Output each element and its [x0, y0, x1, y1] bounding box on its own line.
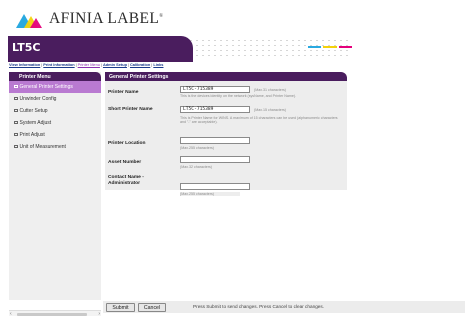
action-bar: Submit Cancel Press Submit to send chang… — [103, 301, 465, 313]
asset-number-limit: (Max.32 characters) — [180, 165, 212, 169]
sidebar-item-label: System Adjust — [19, 120, 52, 126]
top-navigation: View Information|Print Information|Print… — [9, 62, 164, 67]
menu-bullet-icon — [14, 144, 18, 149]
panel-title: General Printer Settings — [105, 72, 347, 81]
nav-link-view-information[interactable]: View Information — [9, 62, 40, 67]
nav-link-printer-menu[interactable]: Printer Menu — [78, 62, 100, 67]
menu-bullet-icon — [14, 108, 18, 113]
sidebar-item-label: Unit of Measurement — [19, 144, 66, 150]
nav-link-print-information[interactable]: Print Information — [43, 62, 74, 67]
nav-link-calibration[interactable]: Calibration — [130, 62, 150, 67]
short-printer-name-limit: (Max.15 characters) — [254, 107, 286, 112]
sidebar-item-label: Print Adjust — [19, 132, 45, 138]
header-banner: LT5C — [8, 36, 352, 62]
menu-bullet-icon — [14, 84, 18, 89]
sidebar-item-label: Cutter Setup — [19, 108, 48, 114]
printer-location-limit: (Max.255 characters) — [180, 146, 214, 150]
afinia-triangles-logo-icon — [14, 8, 44, 30]
brand-logo: AFINIA LABEL® — [14, 6, 163, 32]
asset-number-label: Asset Number — [108, 160, 142, 165]
sidebar-item-cutter-setup[interactable]: Cutter Setup — [9, 105, 101, 117]
logo-text: AFINIA LABEL® — [49, 10, 164, 27]
printer-location-input[interactable] — [180, 137, 250, 144]
nav-link-admin-setup[interactable]: Admin Setup — [103, 62, 127, 67]
printer-name-hint: This is the devices identity on the netw… — [180, 94, 297, 98]
menu-bullet-icon — [14, 96, 18, 101]
short-printer-name-hint: This is Printer Name for WINS. A maximum… — [180, 116, 338, 125]
sidebar-item-system-adjust[interactable]: System Adjust — [9, 117, 101, 129]
scroll-left-icon[interactable]: ‹ — [10, 311, 12, 317]
settings-form: Printer Name LT5C-715389 (Max.31 charact… — [105, 81, 347, 196]
nav-link-links[interactable]: Links — [153, 62, 163, 67]
short-printer-name-label: Short Printer Name — [108, 107, 153, 112]
sidebar-item-unwinder-config[interactable]: Unwinder Config — [9, 93, 101, 105]
asset-number-input[interactable] — [180, 156, 250, 163]
settings-panel: General Printer Settings Printer Name LT… — [105, 72, 347, 196]
sidebar-item-label: General Printer Settings — [19, 84, 73, 90]
sidebar-title: Printer Menu — [9, 72, 101, 81]
scroll-right-icon[interactable]: › — [98, 311, 100, 317]
sidebar-item-unit-of-measurement[interactable]: Unit of Measurement — [9, 141, 101, 153]
device-model-title: LT5C — [12, 41, 41, 54]
sidebar: Printer Menu General Printer Settings Un… — [9, 72, 101, 300]
banner-title-bar: LT5C — [8, 36, 193, 62]
submit-button[interactable]: Submit — [106, 303, 135, 312]
banner-color-stripes — [308, 46, 352, 50]
contact-name-label: Contact Name - Administrator — [108, 175, 144, 186]
menu-bullet-icon — [14, 120, 18, 125]
contact-name-input[interactable] — [180, 183, 250, 190]
short-printer-name-input[interactable]: LT5C-715389 — [180, 106, 250, 113]
scrollbar-thumb[interactable] — [17, 312, 87, 316]
cancel-button[interactable]: Cancel — [138, 303, 166, 312]
menu-bullet-icon — [14, 132, 18, 137]
sidebar-item-label: Unwinder Config — [19, 96, 57, 102]
contact-name-limit: (Max.255 characters) — [180, 191, 240, 196]
printer-name-label: Printer Name — [108, 90, 139, 95]
action-instructions: Press Submit to send changes. Press Canc… — [193, 304, 325, 309]
printer-name-input[interactable]: LT5C-715389 — [180, 86, 250, 93]
sidebar-item-general-printer-settings[interactable]: General Printer Settings — [9, 81, 101, 93]
sidebar-item-print-adjust[interactable]: Print Adjust — [9, 129, 101, 141]
printer-location-label: Printer Location — [108, 141, 146, 146]
horizontal-scrollbar[interactable]: ‹ › — [9, 310, 101, 317]
printer-name-limit: (Max.31 characters) — [254, 87, 286, 92]
